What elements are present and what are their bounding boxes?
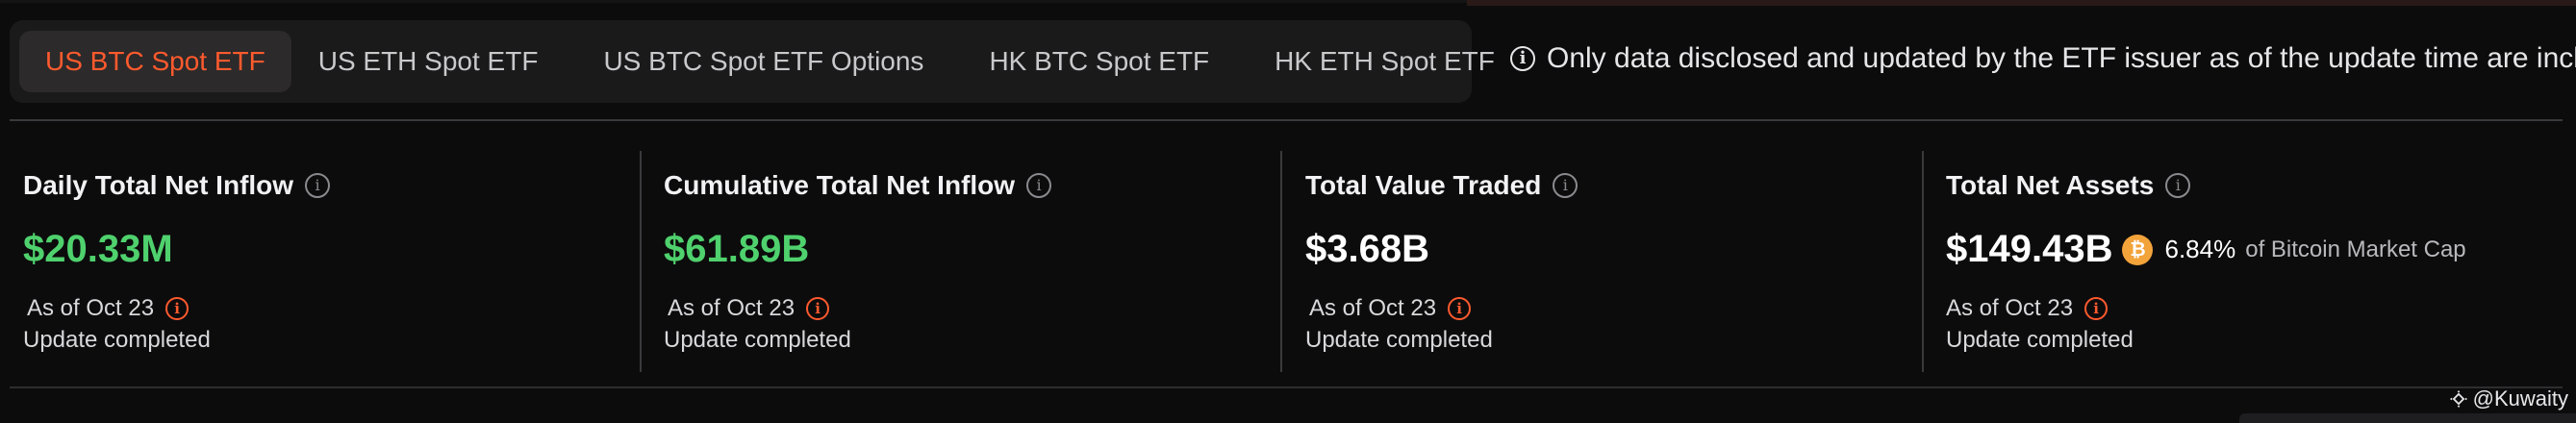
info-icon: i (1510, 46, 1535, 71)
as-of-text: As of Oct 23 (1946, 295, 2074, 321)
bottom-edge-bar (2239, 413, 2576, 423)
watermark-handle: @Kuwaity (2472, 386, 2568, 411)
stat-card-value: $20.33M (23, 228, 173, 270)
disclosure-notice: i Only data disclosed and updated by the… (1510, 42, 2576, 75)
etf-dashboard: US BTC Spot ETF US ETH Spot ETF US BTC S… (0, 0, 2576, 423)
disclosure-notice-text: Only data disclosed and updated by the E… (1547, 42, 2576, 74)
stat-card-daily-net-inflow: Daily Total Net Inflow i $20.33M As of O… (23, 151, 639, 372)
tab-us-eth-spot-etf[interactable]: US ETH Spot ETF (291, 31, 566, 92)
stat-card-title-text: Cumulative Total Net Inflow (664, 170, 1016, 200)
stat-card-cumulative-net-inflow: Cumulative Total Net Inflow i $61.89B As… (664, 151, 1279, 372)
as-of-text: As of Oct 23 (27, 295, 155, 321)
top-accent-strip (1467, 0, 2576, 6)
alert-info-icon[interactable]: i (806, 297, 830, 320)
tab-us-btc-spot-etf[interactable]: US BTC Spot ETF (19, 31, 291, 92)
info-icon[interactable]: i (1026, 173, 1052, 198)
source-watermark: @Kuwaity (2449, 386, 2568, 411)
market-cap-percent: 6.84% (2164, 235, 2236, 263)
tab-us-btc-spot-etf-options[interactable]: US BTC Spot ETF Options (576, 31, 950, 92)
section-divider (10, 386, 2563, 388)
stat-card-title: Cumulative Total Net Inflow i (664, 170, 1052, 201)
info-icon[interactable]: i (1553, 173, 1578, 198)
stat-card-title-text: Total Net Assets (1946, 170, 2155, 200)
stat-card-total-value-traded: Total Value Traded i $3.68B As of Oct 23… (1305, 151, 1921, 372)
section-divider (10, 119, 2563, 121)
tab-hk-eth-spot-etf[interactable]: HK ETH Spot ETF (1248, 31, 1522, 92)
as-of-date: As of Oct 23 i (668, 295, 830, 322)
update-status: Update completed (1305, 327, 1493, 353)
stat-card-title: Total Net Assets i (1946, 170, 2191, 201)
stat-card-value: $3.68B (1305, 228, 1429, 270)
market-cap-label: of Bitcoin Market Cap (2245, 236, 2466, 262)
binance-logo-icon (2449, 390, 2467, 408)
alert-info-icon[interactable]: i (2084, 297, 2109, 320)
stat-card-value: $61.89B (664, 228, 810, 270)
stats-row: Daily Total Net Inflow i $20.33M As of O… (0, 151, 2576, 372)
card-divider (1280, 151, 1282, 372)
stat-card-title: Daily Total Net Inflow i (23, 170, 331, 201)
as-of-date: As of Oct 23 i (1309, 295, 1472, 322)
stat-card-total-net-assets: Total Net Assets i $149.43B ₿ 6.84% of B… (1946, 151, 2562, 372)
update-status: Update completed (23, 327, 211, 353)
alert-info-icon[interactable]: i (165, 297, 189, 320)
tab-hk-btc-spot-etf[interactable]: HK BTC Spot ETF (962, 31, 1236, 92)
top-strip (0, 0, 1467, 3)
info-icon[interactable]: i (305, 173, 331, 198)
update-status: Update completed (1946, 327, 2134, 353)
stat-card-title-text: Total Value Traded (1305, 170, 1542, 200)
stat-card-value: $149.43B (1946, 228, 2113, 270)
as-of-date: As of Oct 23 i (27, 295, 189, 322)
info-icon[interactable]: i (2165, 173, 2191, 198)
as-of-text: As of Oct 23 (1309, 295, 1437, 321)
alert-info-icon[interactable]: i (1448, 297, 1472, 320)
etf-tab-bar: US BTC Spot ETF US ETH Spot ETF US BTC S… (10, 20, 1495, 103)
card-divider (640, 151, 642, 372)
card-divider (1922, 151, 1924, 372)
stat-card-title-text: Daily Total Net Inflow (23, 170, 294, 200)
as-of-text: As of Oct 23 (668, 295, 796, 321)
stat-card-value-row: $149.43B ₿ 6.84% of Bitcoin Market Cap (1946, 228, 2466, 271)
bitcoin-icon: ₿ (2122, 234, 2154, 265)
stat-card-title: Total Value Traded i (1305, 170, 1578, 201)
as-of-date: As of Oct 23 i (1946, 295, 2109, 322)
update-status: Update completed (664, 327, 851, 353)
